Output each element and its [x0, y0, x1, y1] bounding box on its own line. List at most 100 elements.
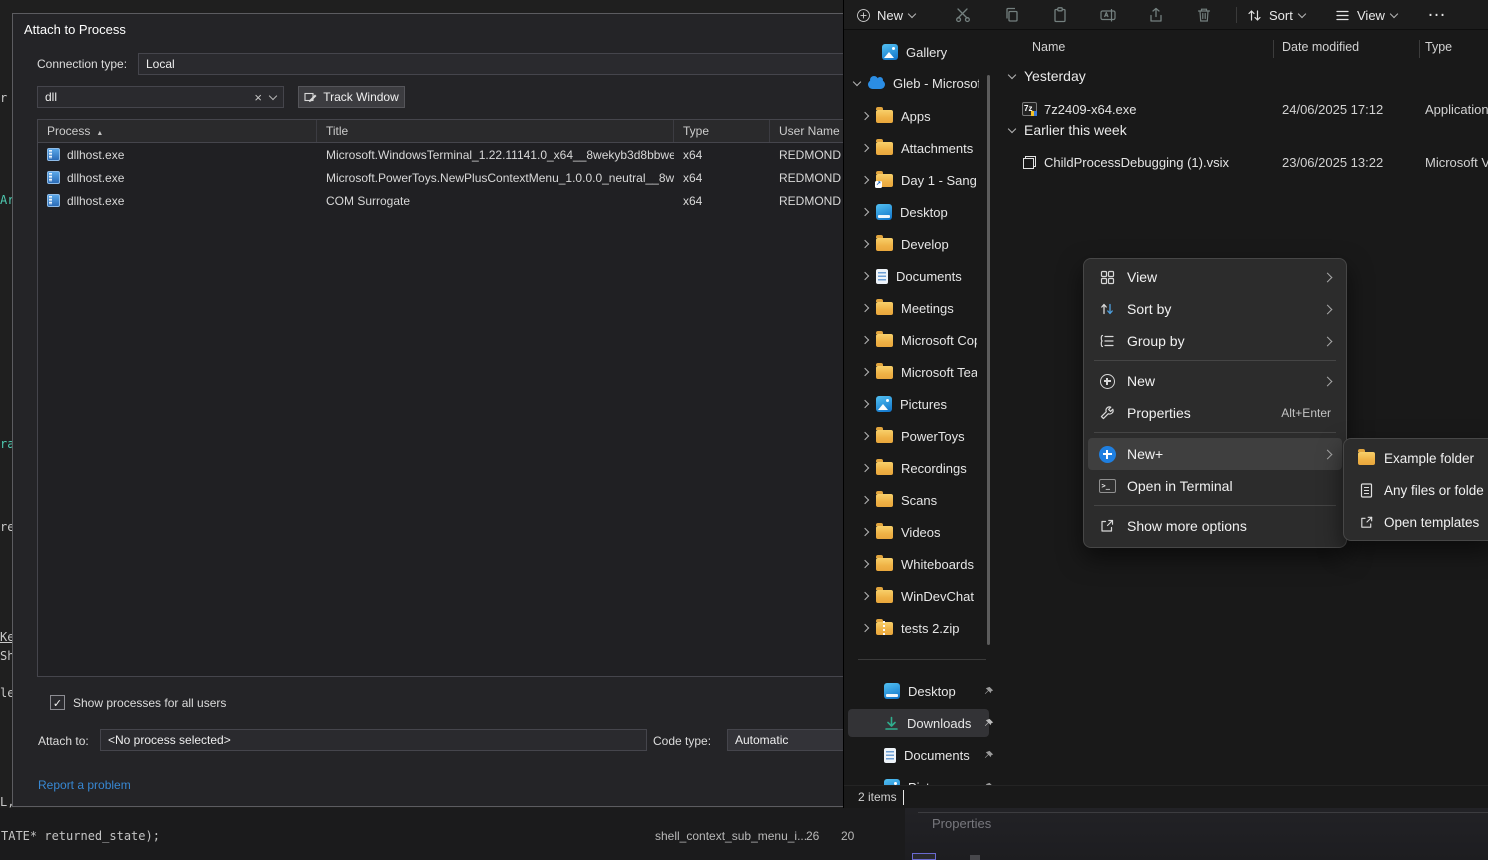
sort-button[interactable]: Sort: [1246, 3, 1305, 27]
chevron-collapsed-icon[interactable]: [861, 400, 869, 408]
nav-scrollbar[interactable]: [987, 75, 990, 645]
paste-button[interactable]: [1051, 3, 1069, 27]
delete-button[interactable]: [1195, 3, 1213, 27]
nav-item-folder[interactable]: WinDevChat c: [862, 582, 977, 610]
cut-button[interactable]: [954, 3, 972, 27]
nav-item-pinned-downloads[interactable]: Downloads: [884, 709, 994, 737]
nav-item-pinned-desktop[interactable]: Desktop: [884, 677, 994, 705]
chevron-collapsed-icon[interactable]: [861, 336, 869, 344]
process-row[interactable]: dllhost.exe Microsoft.WindowsTerminal_1.…: [38, 143, 904, 166]
nav-item-desktop[interactable]: Desktop: [862, 198, 948, 226]
nav-item-onedrive-root[interactable]: Gleb - Microsoft: [854, 69, 979, 97]
chevron-collapsed-icon[interactable]: [861, 528, 869, 536]
nav-item-folder[interactable]: Recordings: [862, 454, 967, 482]
chevron-collapsed-icon[interactable]: [861, 624, 869, 632]
nav-item-folder[interactable]: Day 1 - Sangee: [862, 166, 977, 194]
column-header-process[interactable]: Process: [38, 120, 317, 142]
nav-item-folder[interactable]: PowerToys: [862, 422, 965, 450]
connection-type-select[interactable]: Local: [138, 53, 904, 75]
chevron-collapsed-icon[interactable]: [861, 560, 869, 568]
nav-item-folder[interactable]: Microsoft Tear: [862, 358, 977, 386]
column-header-type[interactable]: Type: [674, 120, 770, 142]
share-icon: [1147, 6, 1165, 24]
menu-item-show-more-options[interactable]: Show more options: [1084, 510, 1346, 542]
attach-to-field[interactable]: <No process selected>: [100, 729, 647, 751]
menu-item-new[interactable]: New: [1084, 365, 1346, 397]
folder-icon: [876, 110, 893, 123]
view-button[interactable]: View: [1334, 3, 1397, 27]
chevron-collapsed-icon[interactable]: [861, 208, 869, 216]
chevron-collapsed-icon[interactable]: [861, 176, 869, 184]
copy-button[interactable]: [1003, 3, 1021, 27]
chevron-collapsed-icon[interactable]: [861, 304, 869, 312]
column-header-type[interactable]: Type: [1425, 40, 1452, 54]
column-separator[interactable]: [1273, 40, 1274, 58]
submenu-item-example-folder[interactable]: Example folder: [1344, 442, 1488, 474]
submenu-item-open-templates[interactable]: Open templates: [1344, 506, 1488, 538]
submenu-item-any-files[interactable]: Any files or folde: [1344, 474, 1488, 506]
report-a-problem-link[interactable]: Report a problem: [38, 778, 131, 792]
rename-button[interactable]: [1099, 3, 1117, 27]
column-header-date-modified[interactable]: Date modified: [1282, 40, 1359, 54]
chevron-collapsed-icon[interactable]: [861, 368, 869, 376]
explorer-command-bar: New: [844, 0, 1488, 30]
show-all-users-row[interactable]: Show processes for all users: [50, 695, 226, 710]
column-header-name[interactable]: Name: [1032, 40, 1065, 54]
nav-item-folder[interactable]: Scans: [862, 486, 937, 514]
share-button[interactable]: [1147, 3, 1165, 27]
sort-button-label: Sort: [1269, 8, 1293, 23]
file-row-7z2409[interactable]: 7z2409-x64.exe 24/06/2025 17:12 Applicat…: [1001, 96, 1488, 122]
show-all-users-checkbox[interactable]: [50, 695, 65, 710]
track-window-button[interactable]: Track Window: [298, 86, 405, 108]
nav-item-pinned-pictures[interactable]: Pictures: [884, 773, 994, 785]
chevron-collapsed-icon[interactable]: [861, 144, 869, 152]
process-icon: [47, 148, 60, 161]
properties-toolbar-button[interactable]: [912, 853, 936, 860]
nav-item-folder[interactable]: Meetings: [862, 294, 954, 322]
nav-item-folder[interactable]: Attachments: [862, 134, 973, 162]
nav-item-gallery[interactable]: Gallery: [882, 38, 947, 66]
menu-item-new-plus[interactable]: New+: [1084, 438, 1346, 470]
clear-filter-icon[interactable]: ×: [254, 90, 262, 105]
new-button[interactable]: New: [856, 3, 915, 27]
7zip-exe-icon: [1022, 102, 1037, 116]
chevron-collapsed-icon[interactable]: [861, 112, 869, 120]
see-more-button[interactable]: …: [1427, 0, 1447, 23]
nav-item-pinned-documents[interactable]: Documents: [884, 741, 994, 769]
menu-label: View: [1127, 269, 1157, 285]
chevron-expanded-icon[interactable]: [853, 77, 861, 85]
menu-item-open-in-terminal[interactable]: Open in Terminal: [1084, 470, 1346, 502]
chevron-expanded-icon[interactable]: [1008, 124, 1016, 132]
nav-label: Gleb - Microsoft: [893, 76, 979, 91]
chevron-down-icon: [908, 9, 916, 17]
process-type: x64: [674, 148, 770, 162]
process-row[interactable]: dllhost.exe COM Surrogate x64 REDMOND: [38, 189, 904, 212]
chevron-collapsed-icon[interactable]: [861, 272, 869, 280]
chevron-collapsed-icon[interactable]: [861, 496, 869, 504]
nav-item-folder[interactable]: Develop: [862, 230, 949, 258]
column-separator[interactable]: [1419, 40, 1420, 58]
process-row[interactable]: dllhost.exe Microsoft.PowerToys.NewPlusC…: [38, 166, 904, 189]
nav-item-folder[interactable]: Whiteboards: [862, 550, 974, 578]
nav-item-folder[interactable]: Videos: [862, 518, 941, 546]
menu-item-sort-by[interactable]: Sort by: [1084, 293, 1346, 325]
menu-item-group-by[interactable]: Group by: [1084, 325, 1346, 357]
group-header-yesterday[interactable]: Yesterday: [1009, 68, 1086, 84]
chevron-collapsed-icon[interactable]: [861, 432, 869, 440]
menu-item-view[interactable]: View: [1084, 261, 1346, 293]
group-header-earlier-this-week[interactable]: Earlier this week: [1009, 122, 1127, 138]
nav-item-pictures[interactable]: Pictures: [862, 390, 947, 418]
nav-item-folder[interactable]: Microsoft Cop: [862, 326, 977, 354]
process-filter-input[interactable]: dll ×: [37, 86, 284, 108]
nav-item-documents[interactable]: Documents: [862, 262, 962, 290]
column-header-title[interactable]: Title: [317, 120, 674, 142]
chevron-collapsed-icon[interactable]: [861, 464, 869, 472]
menu-item-properties[interactable]: Properties Alt+Enter: [1084, 397, 1346, 429]
filter-dropdown-icon[interactable]: [269, 91, 277, 99]
chevron-collapsed-icon[interactable]: [861, 592, 869, 600]
chevron-expanded-icon[interactable]: [1008, 70, 1016, 78]
nav-item-zip[interactable]: tests 2.zip: [862, 614, 960, 642]
nav-item-folder[interactable]: Apps: [862, 102, 931, 130]
chevron-collapsed-icon[interactable]: [861, 240, 869, 248]
file-row-vsix[interactable]: ChildProcessDebugging (1).vsix 23/06/202…: [1001, 149, 1488, 175]
